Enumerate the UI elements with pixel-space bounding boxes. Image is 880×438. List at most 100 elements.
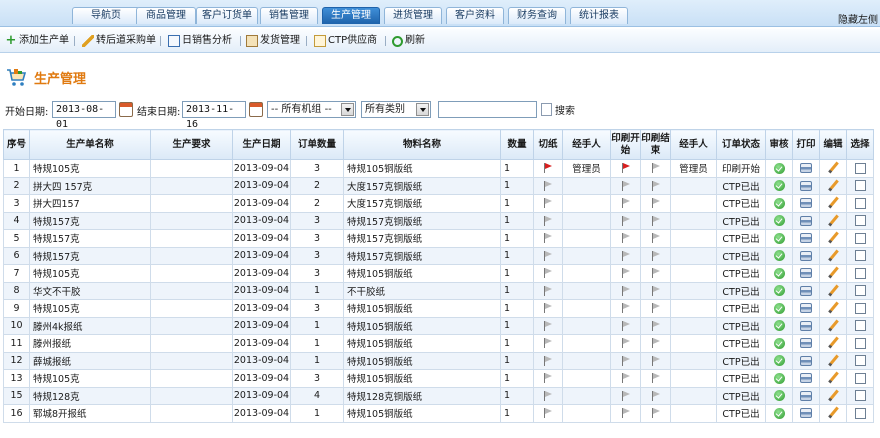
start-date-input[interactable]: 2013-08-01 (52, 101, 116, 130)
search-button[interactable]: 搜索 (541, 102, 575, 117)
flag-icon[interactable] (543, 285, 553, 296)
tab-home[interactable]: 导航页 (72, 7, 140, 24)
tab-products[interactable]: 商品管理 (136, 7, 196, 24)
printer-icon[interactable] (800, 233, 812, 244)
printer-icon[interactable] (800, 268, 812, 279)
edit-pencil-icon[interactable] (827, 180, 839, 192)
flag-icon[interactable] (543, 390, 553, 401)
table-row[interactable]: 1 特规105克 2013-09-04 3 特规105铜版纸 1 管理员 管理员 印刷开始 (3, 159, 874, 178)
edit-pencil-icon[interactable] (827, 372, 839, 384)
select-checkbox[interactable] (854, 162, 866, 174)
org-select[interactable]: -- 所有机组 -- (267, 101, 356, 118)
flag-icon[interactable] (543, 303, 553, 314)
edit-pencil-icon[interactable] (827, 302, 839, 314)
printer-icon[interactable] (800, 285, 812, 296)
printer-icon[interactable] (800, 320, 812, 331)
approve-check-icon[interactable] (773, 232, 785, 244)
table-row[interactable]: 3 拼大四157 2013-09-04 2 大度157克铜版纸 1 CTP已出 (3, 194, 874, 213)
printer-icon[interactable] (800, 408, 812, 419)
flag-icon[interactable] (621, 180, 631, 191)
table-row[interactable]: 12 薛城报纸 2013-09-04 1 特规105铜版纸 1 CTP已出 (3, 351, 874, 370)
table-row[interactable]: 10 滕州4k报纸 2013-09-04 1 特规105铜版纸 1 CTP已出 (3, 316, 874, 335)
approve-check-icon[interactable] (773, 197, 785, 209)
printer-icon[interactable] (800, 373, 812, 384)
flag-icon[interactable] (543, 233, 553, 244)
refresh-button[interactable]: 刷新 (392, 34, 425, 48)
table-row[interactable]: 7 特规105克 2013-09-04 3 特规105铜版纸 1 CTP已出 (3, 264, 874, 283)
flag-icon[interactable] (543, 163, 553, 174)
select-checkbox[interactable] (854, 232, 866, 244)
select-checkbox[interactable] (854, 180, 866, 192)
flag-icon[interactable] (543, 198, 553, 209)
flag-icon[interactable] (651, 338, 661, 349)
flag-icon[interactable] (621, 390, 631, 401)
approve-check-icon[interactable] (773, 267, 785, 279)
edit-pencil-icon[interactable] (827, 320, 839, 332)
printer-icon[interactable] (800, 180, 812, 191)
approve-check-icon[interactable] (773, 302, 785, 314)
flag-icon[interactable] (651, 215, 661, 226)
approve-check-icon[interactable] (773, 162, 785, 174)
edit-pencil-icon[interactable] (827, 250, 839, 262)
flag-icon[interactable] (651, 355, 661, 366)
approve-check-icon[interactable] (773, 180, 785, 192)
flag-icon[interactable] (621, 198, 631, 209)
flag-icon[interactable] (543, 250, 553, 261)
table-row[interactable]: 6 特规157克 2013-09-04 3 特规157克铜版纸 1 CTP已出 (3, 246, 874, 265)
table-row[interactable]: 9 特规105克 2013-09-04 3 特规105铜版纸 1 CTP已出 (3, 299, 874, 318)
search-input[interactable] (438, 101, 537, 118)
approve-check-icon[interactable] (773, 337, 785, 349)
flag-icon[interactable] (651, 408, 661, 419)
select-checkbox[interactable] (854, 302, 866, 314)
flag-icon[interactable] (621, 163, 631, 174)
printer-icon[interactable] (800, 198, 812, 209)
approve-check-icon[interactable] (773, 285, 785, 297)
edit-pencil-icon[interactable] (827, 162, 839, 174)
flag-icon[interactable] (651, 320, 661, 331)
table-row[interactable]: 15 特规128克 2013-09-04 4 特规128克铜版纸 1 CTP已出 (3, 386, 874, 405)
approve-check-icon[interactable] (773, 407, 785, 419)
flag-icon[interactable] (621, 408, 631, 419)
edit-pencil-icon[interactable] (827, 337, 839, 349)
hide-left-link[interactable]: 隐藏左侧 (838, 11, 878, 26)
flag-icon[interactable] (651, 390, 661, 401)
tab-production[interactable]: 生产管理 (322, 7, 380, 24)
flag-icon[interactable] (621, 215, 631, 226)
table-row[interactable]: 8 华文不干胶 2013-09-04 1 不干胶纸 1 CTP已出 (3, 281, 874, 300)
tab-customer-info[interactable]: 客户资料 (446, 7, 504, 24)
select-checkbox[interactable] (854, 267, 866, 279)
add-production-order-button[interactable]: + 添加生产单 (5, 34, 69, 48)
printer-icon[interactable] (800, 163, 812, 174)
flag-icon[interactable] (621, 250, 631, 261)
flag-icon[interactable] (543, 180, 553, 191)
flag-icon[interactable] (543, 215, 553, 226)
printer-icon[interactable] (800, 250, 812, 261)
flag-icon[interactable] (543, 355, 553, 366)
category-select[interactable]: 所有类别 (361, 101, 431, 118)
ctp-supplier-button[interactable]: CTP供应商 (314, 34, 377, 48)
approve-check-icon[interactable] (773, 372, 785, 384)
tab-reports[interactable]: 统计报表 (570, 7, 628, 24)
table-row[interactable]: 16 郓城8开报纸 2013-09-04 1 特规105铜版纸 1 CTP已出 (3, 404, 874, 423)
tab-customer-orders[interactable]: 客户订货单 (196, 7, 258, 24)
edit-pencil-icon[interactable] (827, 232, 839, 244)
table-row[interactable]: 11 滕州报纸 2013-09-04 1 特规105铜版纸 1 CTP已出 (3, 334, 874, 353)
approve-check-icon[interactable] (773, 250, 785, 262)
flag-icon[interactable] (651, 198, 661, 209)
flag-icon[interactable] (651, 250, 661, 261)
table-row[interactable]: 2 拼大四 157克 2013-09-04 2 大度157克铜版纸 1 CTP已出 (3, 176, 874, 195)
flag-icon[interactable] (543, 408, 553, 419)
edit-pencil-icon[interactable] (827, 267, 839, 279)
flag-icon[interactable] (543, 338, 553, 349)
select-checkbox[interactable] (854, 320, 866, 332)
select-checkbox[interactable] (854, 285, 866, 297)
tab-purchasing[interactable]: 进货管理 (384, 7, 442, 24)
table-row[interactable]: 4 特规157克 2013-09-04 3 特规157克铜版纸 1 CTP已出 (3, 211, 874, 230)
select-checkbox[interactable] (854, 197, 866, 209)
edit-pencil-icon[interactable] (827, 355, 839, 367)
select-checkbox[interactable] (854, 407, 866, 419)
edit-pencil-icon[interactable] (827, 407, 839, 419)
table-row[interactable]: 13 特规105克 2013-09-04 3 特规105铜版纸 1 CTP已出 (3, 369, 874, 388)
end-date-input[interactable]: 2013-11-16 (182, 101, 246, 130)
approve-check-icon[interactable] (773, 215, 785, 227)
